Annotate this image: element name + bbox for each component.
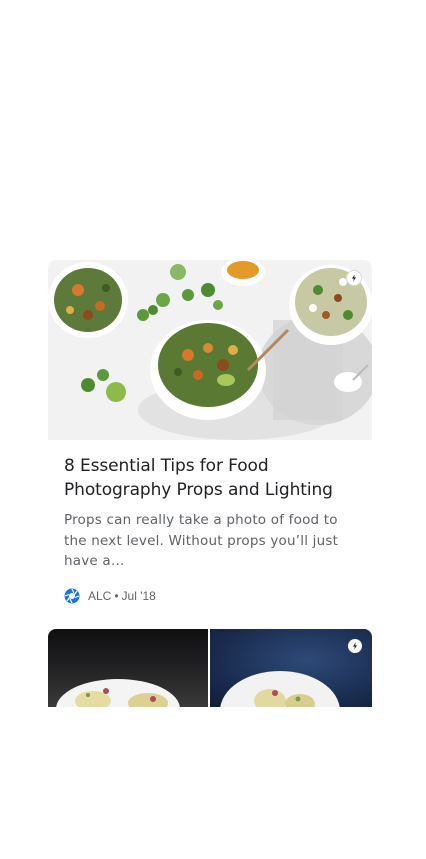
article-card-2[interactable]: [48, 628, 372, 707]
article-card[interactable]: 8 Essential Tips for Food Photography Pr…: [48, 260, 372, 606]
lightning-bolt-icon: [350, 640, 360, 651]
article-snippet: Props can really take a photo of food to…: [64, 512, 339, 569]
article-thumbnail[interactable]: [48, 260, 372, 440]
food-photo-illustration: [48, 260, 372, 440]
article-date: Jul '18: [121, 588, 156, 603]
article-title[interactable]: 8 Essential Tips for Food Photography Pr…: [64, 454, 356, 502]
article-meta: ALC • Jul '18: [64, 586, 356, 606]
article-thumbnail-right: [210, 628, 372, 707]
lightning-bolt-icon: [349, 273, 359, 283]
discover-feed: 8 Essential Tips for Food Photography Pr…: [48, 260, 372, 707]
amp-lightning-badge-2: [348, 638, 362, 653]
camera-aperture-icon: [64, 588, 80, 603]
article-thumbnail-left: [48, 628, 208, 707]
article-source-date: ALC • Jul '18: [88, 589, 156, 603]
food-plate-photo: [56, 678, 180, 707]
meta-separator: •: [114, 588, 119, 603]
article-card-body: 8 Essential Tips for Food Photography Pr…: [48, 440, 372, 606]
article-source: ALC: [88, 588, 112, 603]
food-plate-photo-2: [220, 670, 340, 707]
amp-lightning-badge: [346, 270, 362, 286]
